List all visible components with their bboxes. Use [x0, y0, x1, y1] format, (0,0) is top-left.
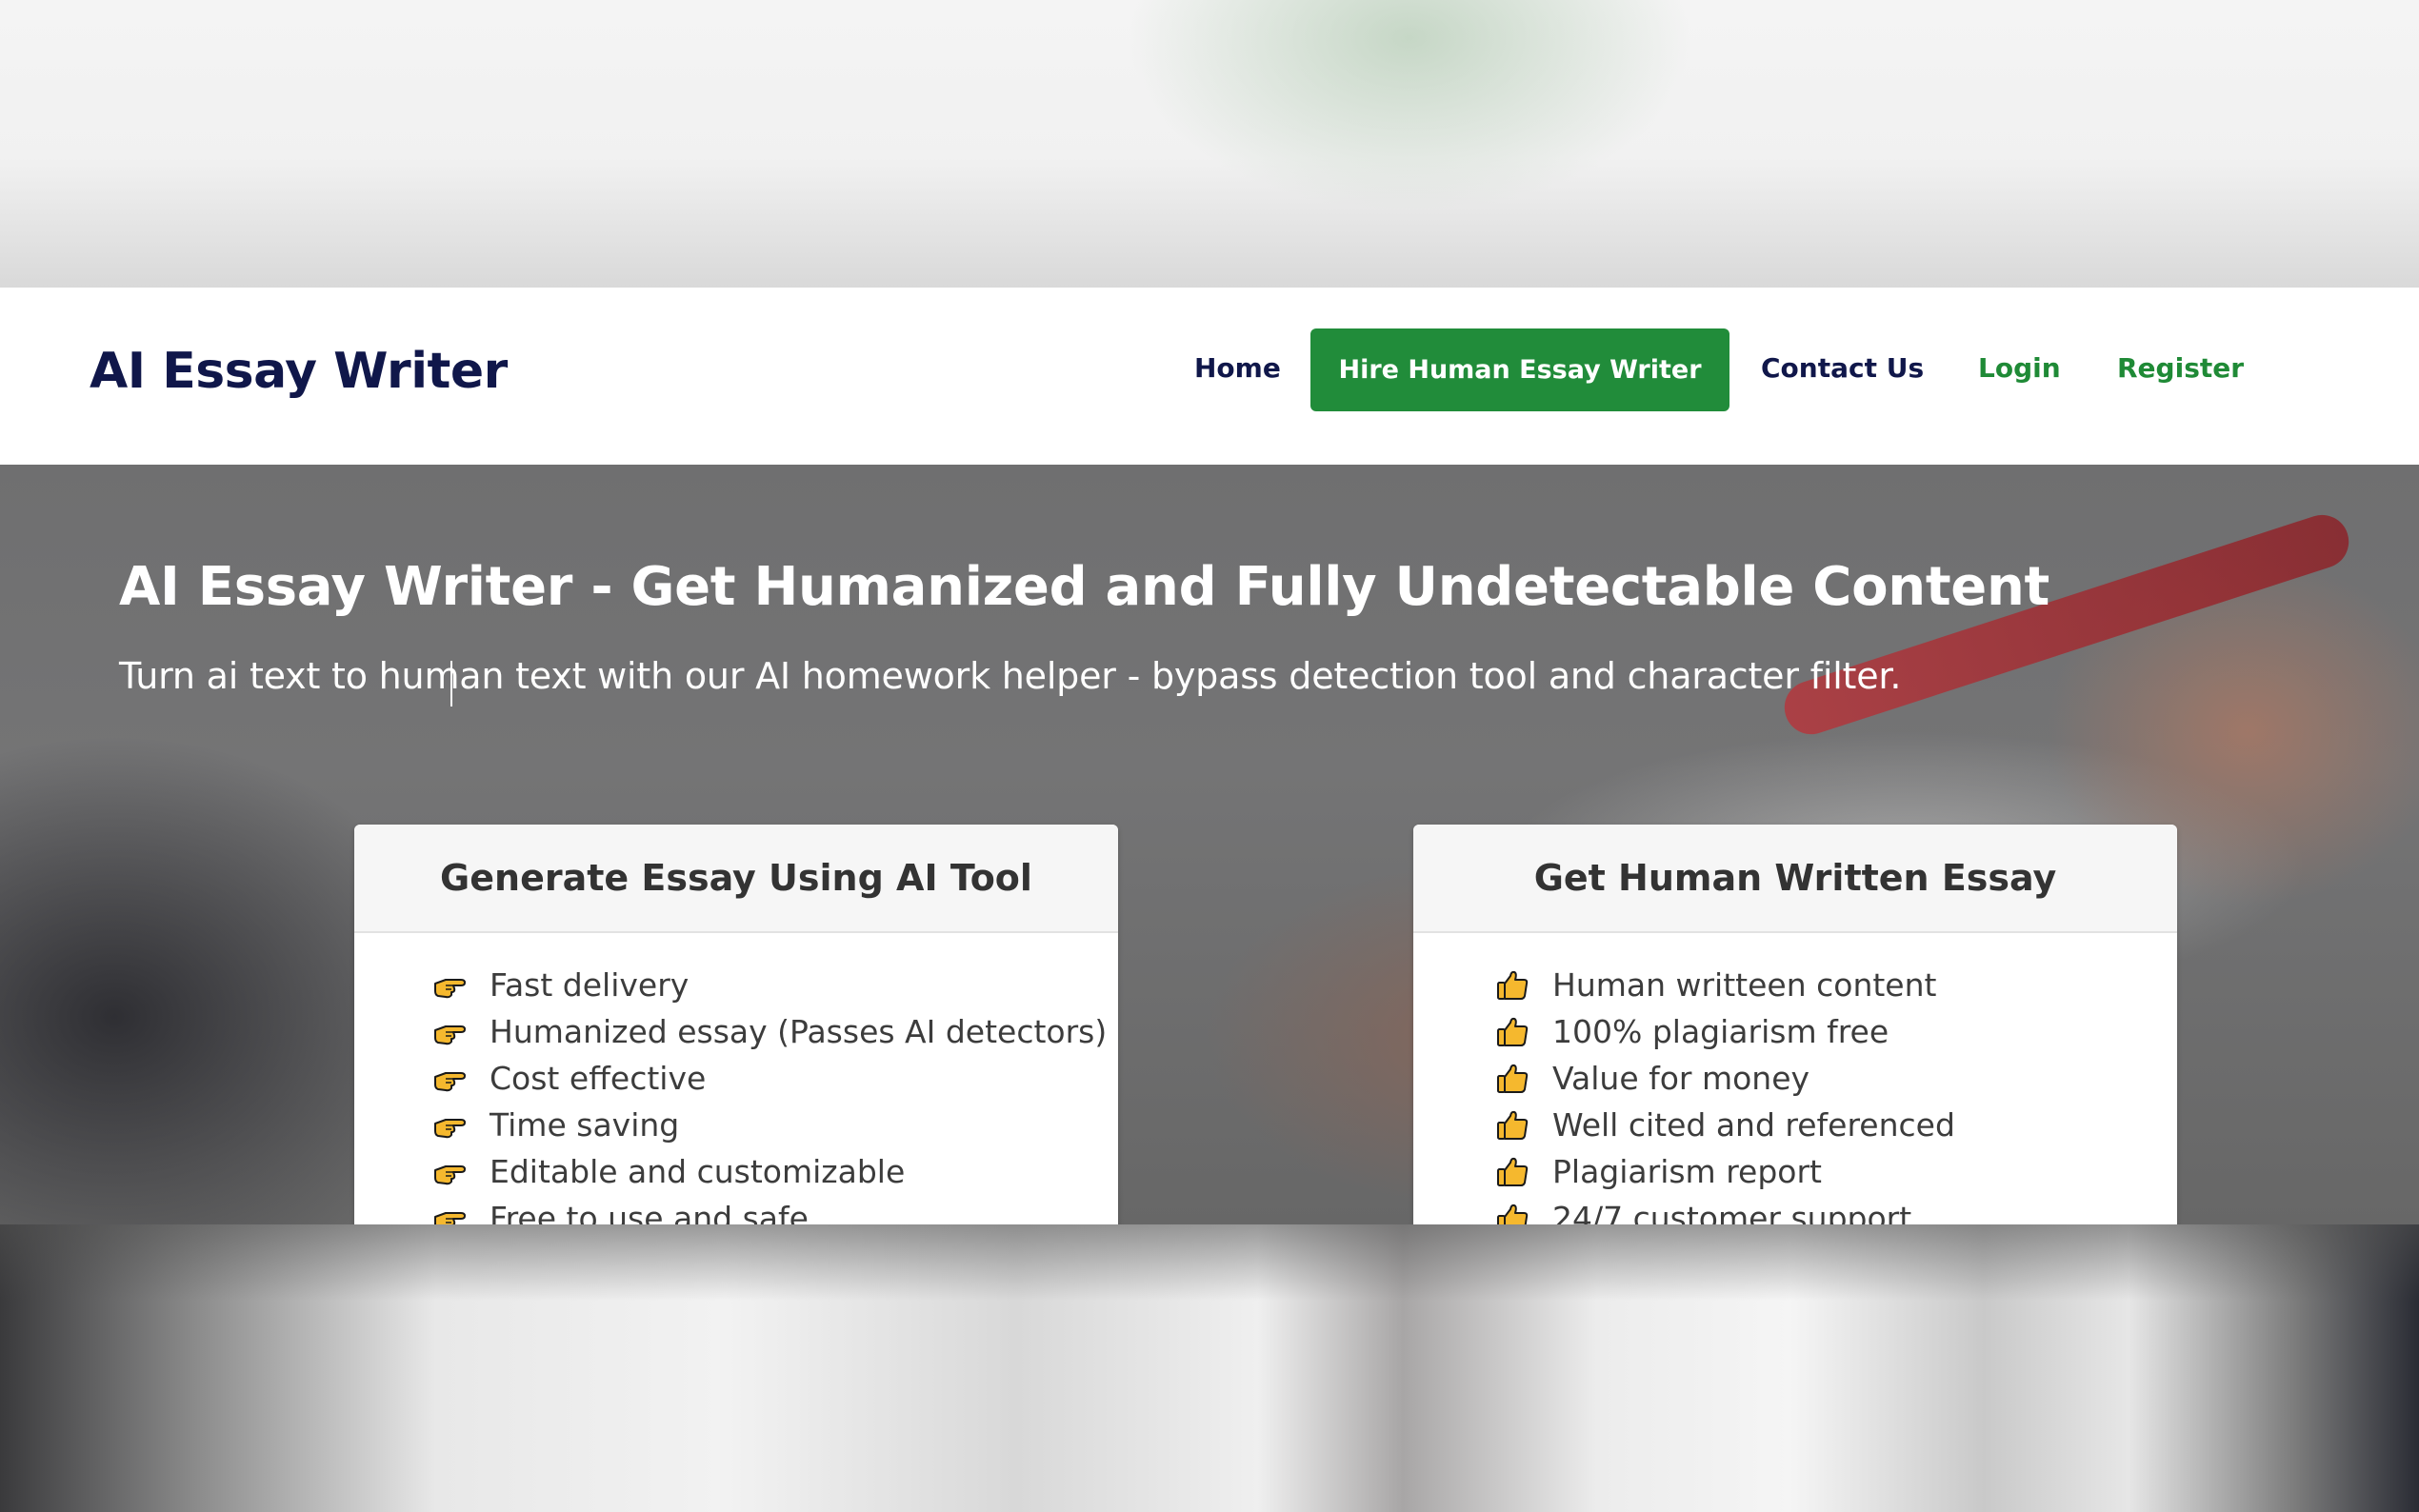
nav-login-link[interactable]: Login: [1978, 352, 2061, 384]
hero-background-pen: [1777, 507, 2356, 742]
list-item-label: Well cited and referenced: [1552, 1106, 1955, 1144]
list-item-label: Editable and customizable: [490, 1153, 906, 1190]
pointing-hand-icon: [434, 1025, 466, 1044]
list-item-label: Free to use and safe: [490, 1200, 809, 1224]
list-item: Fast delivery: [432, 962, 1118, 1008]
human-essay-card[interactable]: Get Human Written Essay Human writteen c…: [1413, 825, 2177, 1224]
list-item: Human writteen content: [1495, 962, 2177, 1008]
pointing-hand-icon: [434, 1118, 466, 1138]
hire-human-writer-button[interactable]: Hire Human Essay Writer: [1310, 328, 1729, 411]
list-item-label: Time saving: [490, 1106, 680, 1144]
list-item: Free to use and safe: [432, 1195, 1118, 1224]
list-item: Time saving: [432, 1102, 1118, 1148]
thumbs-up-icon: [1497, 1017, 1529, 1046]
blurred-background-bottom: [0, 1224, 2419, 1512]
pointing-hand-icon: [434, 1071, 466, 1091]
list-item-label: Value for money: [1552, 1060, 1810, 1097]
list-item-label: 100% plagiarism free: [1552, 1013, 1889, 1050]
thumbs-up-icon: [1497, 1110, 1529, 1140]
list-item-label: Humanized essay (Passes AI detectors): [490, 1013, 1108, 1050]
list-item: Plagiarism report: [1495, 1148, 2177, 1195]
hero-title: AI Essay Writer - Get Humanized and Full…: [119, 556, 2050, 618]
brand-logo[interactable]: AI Essay Writer: [90, 343, 508, 400]
blurred-background-top: [0, 0, 2419, 288]
hero-section: AI Essay Writer - Get Humanized and Full…: [0, 465, 2419, 1224]
thumbs-up-icon: [1497, 1157, 1529, 1186]
list-item: Humanized essay (Passes AI detectors): [432, 1008, 1118, 1055]
navbar: AI Essay Writer Home Hire Human Essay Wr…: [0, 288, 2419, 465]
nav-contact-link[interactable]: Contact Us: [1761, 352, 1924, 384]
hero-subtitle: Turn ai text to human text with our AI h…: [119, 655, 1902, 697]
list-item: 100% plagiarism free: [1495, 1008, 2177, 1055]
list-item-label: 24/7 customer support: [1552, 1200, 1912, 1224]
human-essay-feature-list: Human writteen content 100% plagiarism f…: [1413, 933, 2177, 1224]
list-item: 24/7 customer support: [1495, 1195, 2177, 1224]
list-item-label: Plagiarism report: [1552, 1153, 1822, 1190]
text-cursor: [450, 661, 452, 706]
human-essay-card-title: Get Human Written Essay: [1413, 825, 2177, 933]
ai-tool-card[interactable]: Generate Essay Using AI Tool Fast delive…: [354, 825, 1118, 1224]
thumbs-up-icon: [1497, 1064, 1529, 1093]
ai-tool-feature-list: Fast delivery Humanized essay (Passes AI…: [354, 933, 1118, 1224]
thumbs-up-icon: [1497, 970, 1529, 1000]
pointing-hand-icon: [434, 978, 466, 998]
nav-home-link[interactable]: Home: [1194, 352, 1281, 384]
list-item-label: Cost effective: [490, 1060, 707, 1097]
list-item-label: Fast delivery: [490, 966, 690, 1004]
nav-register-link[interactable]: Register: [2117, 352, 2244, 384]
list-item: Well cited and referenced: [1495, 1102, 2177, 1148]
list-item: Cost effective: [432, 1055, 1118, 1102]
pointing-hand-icon: [434, 1211, 466, 1224]
ai-tool-card-title: Generate Essay Using AI Tool: [354, 825, 1118, 933]
list-item: Value for money: [1495, 1055, 2177, 1102]
pointing-hand-icon: [434, 1164, 466, 1184]
list-item-label: Human writteen content: [1552, 966, 1937, 1004]
list-item: Editable and customizable: [432, 1148, 1118, 1195]
thumbs-up-icon: [1497, 1204, 1529, 1224]
